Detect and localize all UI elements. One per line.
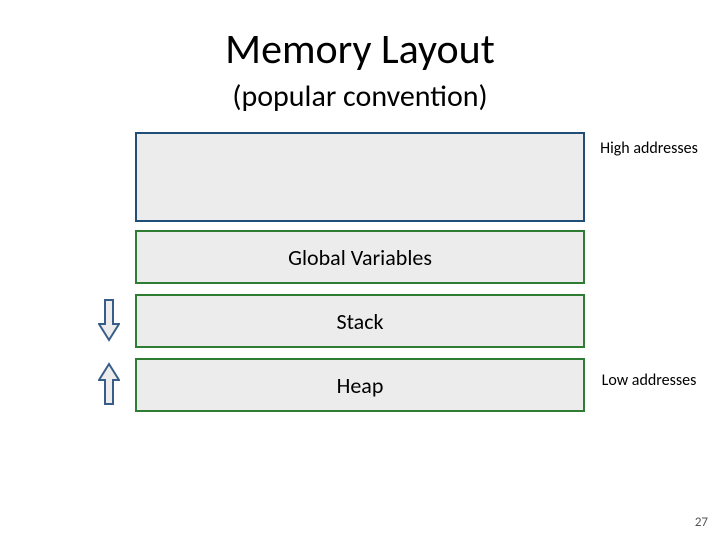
page-number: 27 xyxy=(695,515,708,530)
memory-box-globals: Global Variables xyxy=(135,230,585,284)
slide-subtitle: (popular convention) xyxy=(0,78,720,115)
memory-box-heap: Heap xyxy=(135,358,585,412)
slide: Memory Layout (popular convention) Globa… xyxy=(0,0,720,540)
arrow-up-icon xyxy=(98,362,120,406)
slide-title: Memory Layout xyxy=(0,24,720,75)
label-low-addresses: Low addresses xyxy=(594,372,704,390)
label-high-addresses: High addresses xyxy=(594,140,704,158)
memory-box-stack: Stack xyxy=(135,294,585,348)
memory-box-top xyxy=(135,132,585,222)
arrow-down-icon xyxy=(98,298,120,342)
